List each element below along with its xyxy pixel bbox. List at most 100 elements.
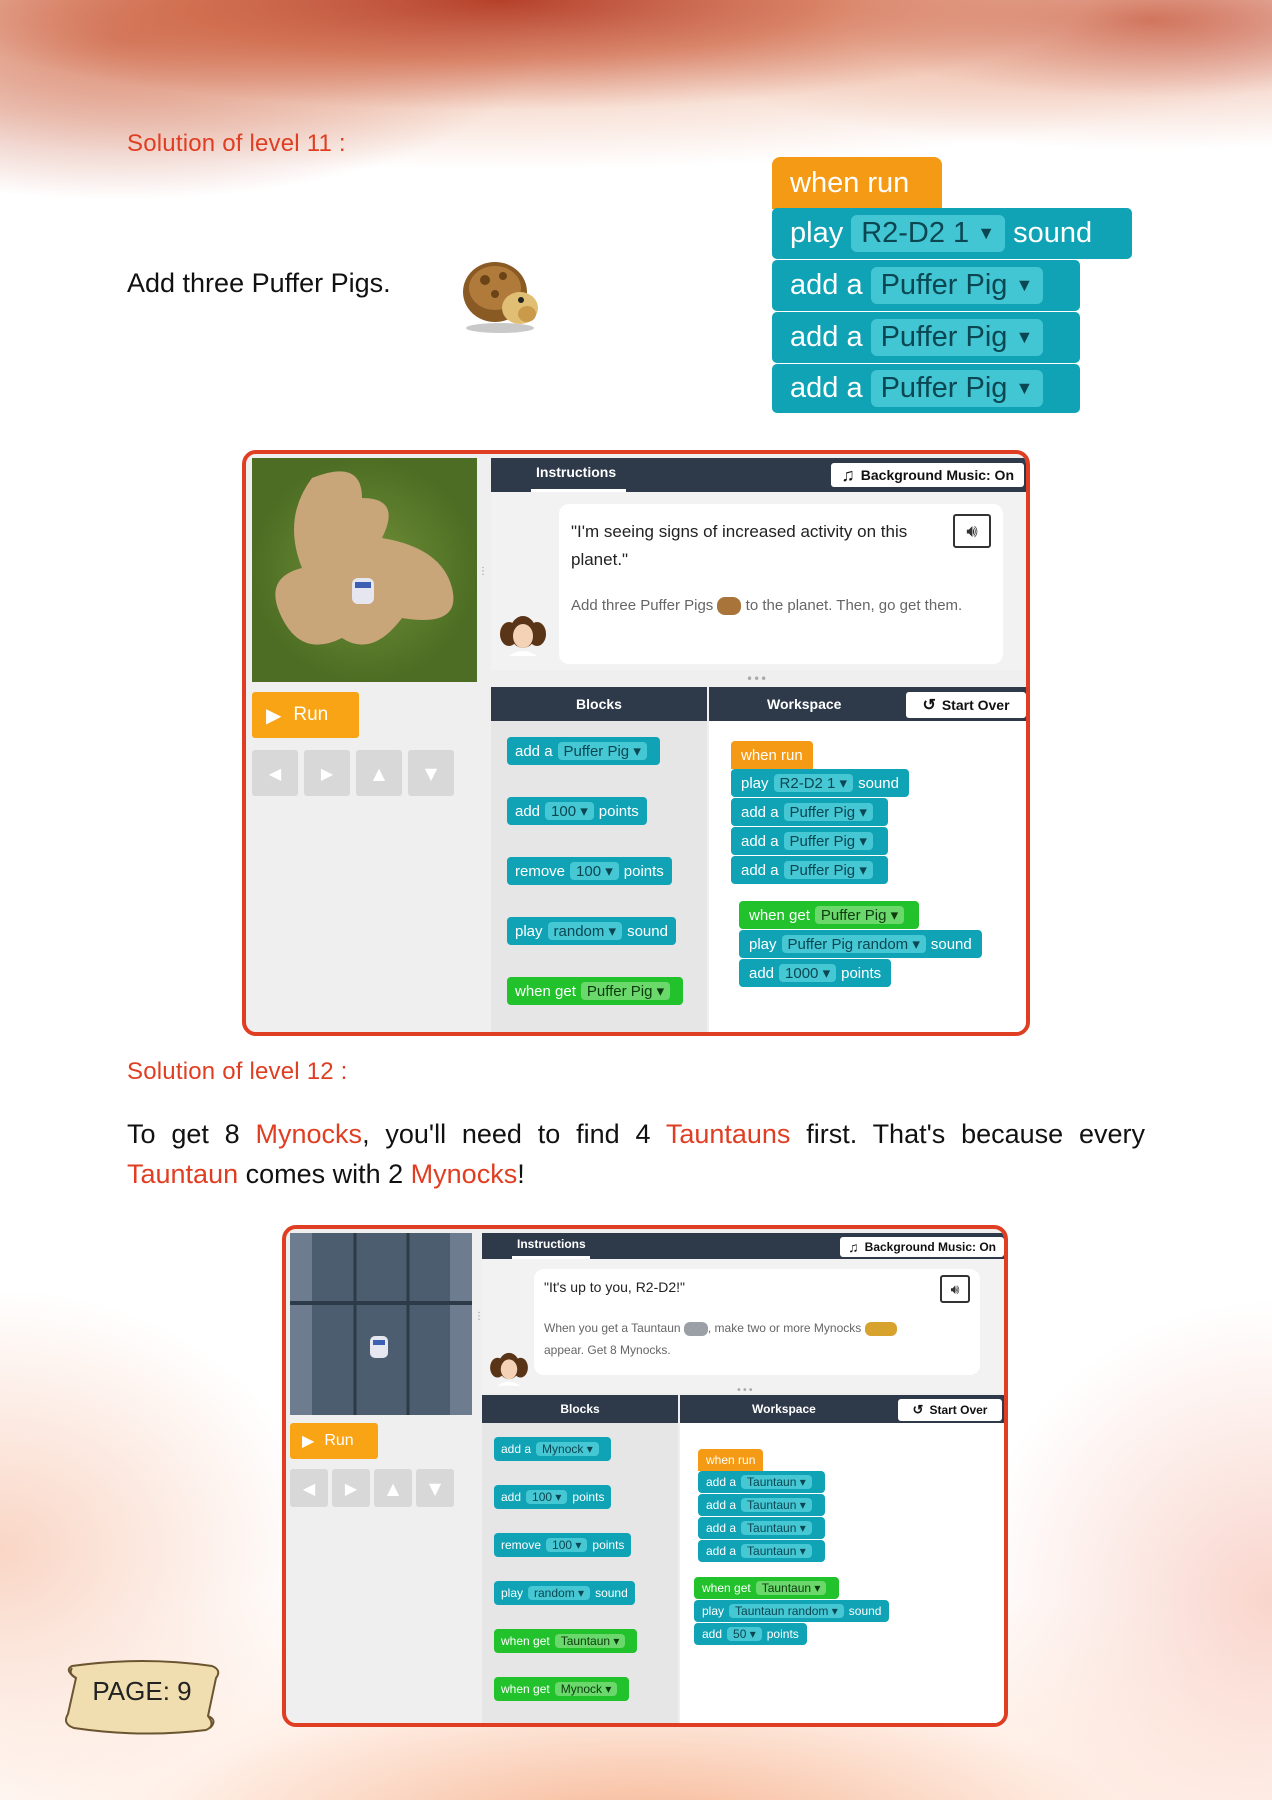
block-dropdown[interactable]: 100 ▾ bbox=[570, 862, 619, 880]
blocks-palette: add a Puffer Pig ▾ add 100 ▾ points remove 1… bbox=[491, 721, 707, 1032]
start-over-button[interactable]: ↺ Start Over bbox=[906, 692, 1026, 718]
block-dropdown[interactable]: random ▾ bbox=[547, 922, 623, 940]
palette-block-when-get[interactable]: when get Puffer Pig ▾ bbox=[507, 977, 684, 1005]
resize-handle-icon[interactable]: ⋮ bbox=[478, 559, 488, 583]
ws-when-run-block[interactable]: when run bbox=[731, 741, 813, 769]
block-dropdown[interactable]: Tauntaun ▾ bbox=[741, 1544, 812, 1558]
ws-when-get-block[interactable]: when get Puffer Pig ▾ bbox=[739, 901, 920, 929]
arrow-up-button[interactable]: ▲ bbox=[374, 1469, 412, 1507]
block-dropdown[interactable]: 100 ▾ bbox=[546, 1538, 588, 1552]
block-dropdown[interactable]: Tauntaun ▾ bbox=[755, 1581, 827, 1595]
arrow-up-button[interactable]: ▲ bbox=[356, 750, 402, 796]
dropdown-value: Tauntaun random bbox=[735, 1604, 829, 1618]
workspace-canvas[interactable]: when run add a Tauntaun ▾ add a Tauntaun ▾… bbox=[680, 1423, 1004, 1723]
ws-add-block[interactable]: add a Tauntaun ▾ bbox=[698, 1471, 825, 1493]
arrow-up-icon: ▲ bbox=[372, 763, 386, 783]
palette-block-add-mynock[interactable]: add a Mynock ▾ bbox=[494, 1437, 611, 1461]
ws-add-block[interactable]: add a Tauntaun ▾ bbox=[698, 1517, 825, 1539]
arrow-down-button[interactable]: ▼ bbox=[416, 1469, 454, 1507]
speaker-icon[interactable]: 🔊︎ bbox=[953, 514, 991, 548]
block-dropdown[interactable]: Puffer Pig random ▾ bbox=[781, 935, 926, 953]
palette-block-play-sound[interactable]: play random ▾ sound bbox=[507, 917, 676, 945]
creature-dropdown: Puffer Pig ▼ bbox=[870, 319, 1044, 356]
block-dropdown[interactable]: Puffer Pig ▾ bbox=[814, 906, 905, 924]
block-label: play bbox=[741, 774, 769, 792]
block-dropdown[interactable]: Mynock ▾ bbox=[554, 1682, 618, 1696]
block-label: add a bbox=[741, 861, 779, 879]
block-dropdown[interactable]: Mynock ▾ bbox=[536, 1442, 599, 1456]
workspace-header-label: Workspace bbox=[767, 696, 842, 712]
palette-block-when-get-mynock[interactable]: when get Mynock ▾ bbox=[494, 1677, 630, 1701]
palette-block-add-points[interactable]: add 100 ▾ points bbox=[494, 1485, 612, 1509]
block-dropdown[interactable]: 100 ▾ bbox=[545, 802, 594, 820]
block-dropdown[interactable]: Tauntaun ▾ bbox=[741, 1475, 812, 1489]
splitter-handle-icon[interactable]: ••• bbox=[746, 672, 767, 686]
instruction-part-c: appear. Get 8 Mynocks. bbox=[544, 1343, 671, 1357]
palette-block-add-puffer-pig[interactable]: add a Puffer Pig ▾ bbox=[507, 737, 660, 765]
ws-play-random-block[interactable]: play Tauntaun random ▾ sound bbox=[694, 1600, 890, 1622]
ws-add-block[interactable]: add a Puffer Pig ▾ bbox=[731, 856, 888, 884]
ws-when-run-block[interactable]: when run bbox=[698, 1449, 764, 1471]
block-label-post: sound bbox=[848, 1604, 882, 1618]
block-dropdown[interactable]: R2-D2 1 ▾ bbox=[773, 774, 854, 792]
arrow-left-button[interactable]: ◀ bbox=[290, 1469, 328, 1507]
palette-block-when-get-tauntaun[interactable]: when get Tauntaun ▾ bbox=[494, 1629, 638, 1653]
resize-handle-icon[interactable]: ⋮ bbox=[474, 1311, 484, 1322]
block-dropdown[interactable]: Puffer Pig ▾ bbox=[783, 803, 873, 821]
block-dropdown[interactable]: Puffer Pig ▾ bbox=[557, 742, 647, 760]
block-dropdown[interactable]: Puffer Pig ▾ bbox=[783, 832, 873, 850]
block-label: add a bbox=[741, 803, 779, 821]
block-dropdown[interactable]: random ▾ bbox=[528, 1586, 591, 1600]
palette-block-play-sound[interactable]: play random ▾ sound bbox=[494, 1581, 635, 1605]
background-music-button[interactable]: ♫ Background Music: On bbox=[831, 463, 1024, 487]
block-dropdown[interactable]: Tauntaun ▾ bbox=[741, 1521, 812, 1535]
mynocks-term: Mynocks bbox=[410, 1159, 518, 1189]
block-dropdown[interactable]: Tauntaun ▾ bbox=[741, 1498, 812, 1512]
run-button[interactable]: ▶ Run bbox=[252, 692, 359, 738]
block-dropdown[interactable]: Puffer Pig ▾ bbox=[580, 982, 671, 1000]
ws-add-points-block[interactable]: add 1000 ▾ points bbox=[739, 959, 892, 987]
block-dropdown[interactable]: 1000 ▾ bbox=[779, 964, 837, 982]
workspace-canvas[interactable]: when run play R2-D2 1 ▾ sound add a Puffer … bbox=[709, 721, 1026, 1032]
block-dropdown[interactable]: 100 ▾ bbox=[526, 1490, 568, 1504]
block-dropdown[interactable]: 50 ▾ bbox=[727, 1627, 762, 1641]
dropdown-value: 1000 bbox=[785, 965, 819, 982]
creature-dropdown: Puffer Pig ▼ bbox=[870, 370, 1044, 407]
ws-add-block[interactable]: add a Puffer Pig ▾ bbox=[731, 827, 888, 855]
ws-play-random-block[interactable]: play Puffer Pig random ▾ sound bbox=[739, 930, 982, 958]
instructions-panel: Instructions ♫ Background Music: On "I'm… bbox=[491, 458, 1026, 670]
block-dropdown[interactable]: Tauntaun random ▾ bbox=[729, 1604, 844, 1618]
add-block-2: add a Puffer Pig ▼ bbox=[772, 312, 1080, 363]
speaker-icon[interactable]: 🔊︎ bbox=[940, 1275, 970, 1303]
tab-instructions[interactable]: Instructions bbox=[512, 1233, 590, 1259]
level12-screenshot: ⋮ Instructions ♫ Background Music: On "I… bbox=[282, 1225, 1008, 1727]
background-music-button[interactable]: ♫ Background Music: On bbox=[840, 1237, 1004, 1257]
palette-block-add-points[interactable]: add 100 ▾ points bbox=[507, 797, 647, 825]
ws-add-block[interactable]: add a Puffer Pig ▾ bbox=[731, 798, 888, 826]
block-dropdown[interactable]: Puffer Pig ▾ bbox=[783, 861, 873, 879]
palette-block-remove-points[interactable]: remove 100 ▾ points bbox=[507, 857, 672, 885]
ws-add-points-block[interactable]: add 50 ▾ points bbox=[694, 1623, 807, 1645]
arrow-right-button[interactable]: ▶ bbox=[332, 1469, 370, 1507]
dropdown-value: Puffer Pig bbox=[563, 743, 630, 760]
dropdown-value: 100 bbox=[576, 863, 602, 880]
palette-block-remove-points[interactable]: remove 100 ▾ points bbox=[494, 1533, 632, 1557]
run-button[interactable]: ▶ Run bbox=[290, 1423, 378, 1459]
arrow-down-button[interactable]: ▼ bbox=[408, 750, 454, 796]
ws-add-block[interactable]: add a Tauntaun ▾ bbox=[698, 1540, 825, 1562]
start-over-button[interactable]: ↺ Start Over bbox=[898, 1399, 1002, 1421]
blocks-header: Blocks bbox=[482, 1395, 678, 1423]
block-dropdown[interactable]: Tauntaun ▾ bbox=[554, 1634, 626, 1648]
block-label: play bbox=[702, 1604, 725, 1618]
arrow-left-button[interactable]: ◀ bbox=[252, 750, 298, 796]
ws-add-block[interactable]: add a Tauntaun ▾ bbox=[698, 1494, 825, 1516]
ws-play-sound-block[interactable]: play R2-D2 1 ▾ sound bbox=[731, 769, 909, 797]
when-run-label: when run bbox=[790, 166, 910, 199]
instruction-part-a: Add three Puffer Pigs bbox=[571, 597, 714, 614]
block-label: add bbox=[749, 964, 775, 982]
ws-when-get-block[interactable]: when get Tauntaun ▾ bbox=[694, 1577, 840, 1599]
text-span: first. That's because every bbox=[790, 1119, 1145, 1149]
arrow-right-button[interactable]: ▶ bbox=[304, 750, 350, 796]
tab-instructions[interactable]: Instructions bbox=[531, 458, 626, 492]
dropdown-value: Tauntaun bbox=[747, 1475, 797, 1489]
